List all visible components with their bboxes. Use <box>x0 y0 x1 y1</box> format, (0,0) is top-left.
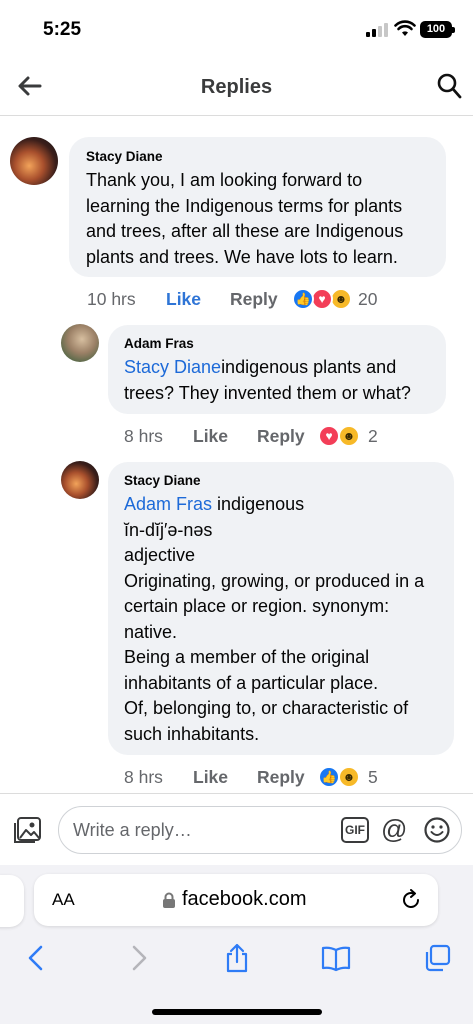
browser-toolbar: AA facebook.com <box>0 865 473 1024</box>
comment-bubble: Adam Fras Stacy Dianeindigenous plants a… <box>108 325 446 414</box>
like-button[interactable]: Like <box>193 767 228 788</box>
url-domain: facebook.com <box>182 888 307 910</box>
definition-line: Originating, growing, or produced in a <box>124 570 425 591</box>
reload-icon[interactable] <box>400 889 422 911</box>
battery-level: 100 <box>426 23 446 35</box>
wifi-icon <box>394 20 416 36</box>
battery-nub <box>452 27 455 33</box>
back-chevron-icon[interactable] <box>22 943 52 973</box>
reply-button[interactable]: Reply <box>257 767 305 788</box>
mention-link[interactable]: Adam Fras <box>124 494 212 514</box>
cellular-signal-icon <box>366 23 388 37</box>
comment-time: 10 hrs <box>87 289 136 309</box>
reply-placeholder: Write a reply… <box>73 820 192 840</box>
definition-line: inhabitants of a particular place. <box>124 672 379 693</box>
like-button[interactable]: Like <box>193 426 228 447</box>
definition-line: ĭn-dĭj′ə-nəs <box>124 519 213 540</box>
reaction-count[interactable]: 2 <box>368 426 378 447</box>
reply-input[interactable]: Write a reply… GIF @ <box>58 806 462 854</box>
home-indicator[interactable] <box>152 1009 322 1015</box>
emoji-icon[interactable] <box>423 816 451 844</box>
avatar[interactable] <box>61 461 99 499</box>
gif-button[interactable]: GIF <box>341 817 369 843</box>
previous-tab[interactable] <box>0 875 24 927</box>
haha-reaction-icon: ☻ <box>330 288 352 310</box>
lock-icon <box>163 892 175 908</box>
battery-icon: 100 <box>420 21 452 38</box>
avatar[interactable] <box>10 137 58 185</box>
comment-time: 8 hrs <box>124 426 163 446</box>
mention-link[interactable]: Stacy Diane <box>124 357 221 377</box>
definition-line: certain place or region. synonym: <box>124 596 390 616</box>
haha-reaction-icon: ☻ <box>338 425 360 447</box>
avatar[interactable] <box>61 324 99 362</box>
like-button[interactable]: Like <box>166 289 201 310</box>
reply-button[interactable]: Reply <box>230 289 278 310</box>
share-icon[interactable] <box>222 943 252 973</box>
address-bar[interactable]: AA facebook.com <box>34 874 438 926</box>
haha-reaction-icon: ☻ <box>338 766 360 788</box>
comment-text: Stacy Dianeindigenous plants and trees? … <box>124 355 430 406</box>
comment-time: 8 hrs <box>124 767 163 787</box>
definition-line: Of, belonging to, or characteristic of <box>124 698 409 718</box>
comment-text: Adam Fras indigenous ĭn-dĭj′ə-nəs adject… <box>124 492 438 747</box>
comment-bubble: Stacy Diane Adam Fras indigenous ĭn-dĭj′… <box>108 462 454 755</box>
photo-icon[interactable] <box>14 816 44 844</box>
reader-settings-button[interactable]: AA <box>52 890 75 910</box>
reply-composer: Write a reply… GIF @ <box>0 793 473 865</box>
bookmarks-icon[interactable] <box>321 943 351 973</box>
comment-text: Thank you, I am looking forward to learn… <box>86 170 404 267</box>
page-title: Replies <box>200 76 273 98</box>
reaction-count[interactable]: 20 <box>358 289 377 310</box>
reply-button[interactable]: Reply <box>257 426 305 447</box>
definition-line: Being a member of the original <box>124 647 370 667</box>
heart-reaction-icon: ♥ <box>318 425 340 447</box>
comment-author[interactable]: Stacy Diane <box>86 149 430 164</box>
search-icon[interactable] <box>436 72 462 100</box>
status-time: 5:25 <box>43 19 82 40</box>
tabs-icon[interactable] <box>422 943 452 973</box>
comment-text-body: indigenous <box>217 494 305 514</box>
definition-line: native. <box>124 621 178 642</box>
page-header: Replies <box>0 58 473 116</box>
thumbs-up-reaction-icon: 👍 <box>292 288 314 310</box>
thumbs-up-reaction-icon: 👍 <box>318 766 340 788</box>
definition-line: such inhabitants. <box>124 723 260 744</box>
definition-line: adjective <box>124 545 196 565</box>
mention-button[interactable]: @ <box>381 814 407 844</box>
comment-author[interactable]: Stacy Diane <box>124 473 438 488</box>
comment-author[interactable]: Adam Fras <box>124 336 430 351</box>
reaction-count[interactable]: 5 <box>368 767 378 788</box>
forward-chevron-icon[interactable] <box>123 943 153 973</box>
comment-bubble: Stacy Diane Thank you, I am looking forw… <box>69 137 446 277</box>
status-bar: 5:25 100 <box>0 0 473 56</box>
heart-reaction-icon: ♥ <box>311 288 333 310</box>
